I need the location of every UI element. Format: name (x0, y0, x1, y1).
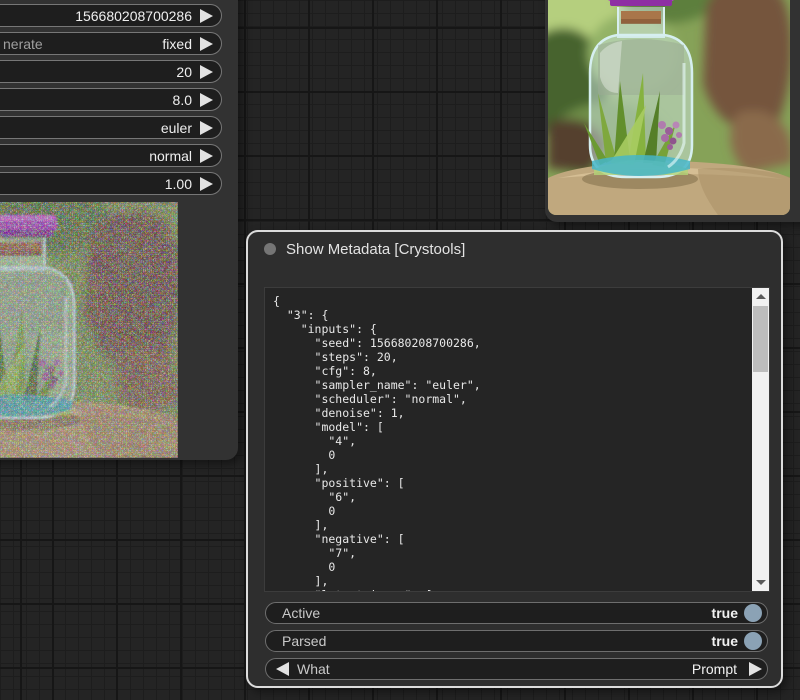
toggle-value: true (711, 633, 738, 649)
toggle-label: Parsed (282, 633, 327, 649)
widget-value: normal (149, 147, 192, 164)
generated-image[interactable] (548, 0, 790, 215)
arrow-right-icon[interactable] (200, 92, 213, 107)
widget-value: fixed (162, 35, 192, 52)
arrow-right-icon[interactable] (200, 64, 213, 79)
widget-seed[interactable]: 156680208700286 (0, 4, 222, 27)
scrollbar-thumb[interactable] (753, 306, 768, 372)
node-title: Show Metadata [Crystools] (286, 240, 466, 258)
toggle-on-icon[interactable] (744, 604, 762, 622)
metadata-json-textarea[interactable]: { "3": { "inputs": { "seed": 15668020870… (264, 287, 770, 592)
combo-what[interactable]: What Prompt (265, 658, 768, 680)
widget-value: 156680208700286 (75, 7, 192, 24)
widget-value: 20 (176, 63, 192, 80)
toggle-parsed[interactable]: Parsed true (265, 630, 768, 652)
arrow-right-icon[interactable] (200, 36, 213, 51)
show-metadata-node[interactable]: Show Metadata [Crystools] { "3": { "inpu… (246, 230, 783, 688)
collapse-dot-icon[interactable] (264, 243, 276, 255)
widget-denoise[interactable]: 1.00 (0, 172, 222, 195)
toggle-active[interactable]: Active true (265, 602, 768, 624)
arrow-right-icon[interactable] (749, 662, 762, 676)
widget-scheduler[interactable]: normal (0, 144, 222, 167)
scroll-up-icon[interactable] (752, 288, 769, 305)
widget-value: 8.0 (172, 91, 192, 108)
toggle-on-icon[interactable] (744, 632, 762, 650)
arrow-right-icon[interactable] (200, 8, 213, 23)
widget-label: nerate (3, 35, 43, 52)
metadata-json-content: { "3": { "inputs": { "seed": 15668020870… (273, 294, 481, 591)
combo-value: Prompt (691, 661, 737, 677)
scrollbar[interactable] (752, 288, 769, 591)
arrow-right-icon[interactable] (200, 176, 213, 191)
arrow-right-icon[interactable] (200, 148, 213, 163)
scroll-down-icon[interactable] (752, 574, 769, 591)
toggle-label: Active (282, 605, 321, 621)
node-title-bar[interactable]: Show Metadata [Crystools] (248, 232, 781, 266)
widget-sampler-name[interactable]: euler (0, 116, 222, 139)
widget-value: 1.00 (164, 175, 192, 192)
widget-control-after-generate[interactable]: nerate fixed (0, 32, 222, 55)
ksampler-node[interactable]: 156680208700286 nerate fixed 20 8.0 eule… (0, 0, 238, 460)
latent-preview-image[interactable] (0, 202, 178, 458)
node-canvas[interactable]: 156680208700286 nerate fixed 20 8.0 eule… (0, 0, 800, 700)
arrow-left-icon[interactable] (276, 662, 289, 676)
widget-value: euler (160, 119, 192, 136)
image-node[interactable] (545, 0, 800, 222)
widget-steps[interactable]: 20 (0, 60, 222, 83)
widget-cfg[interactable]: 8.0 (0, 88, 222, 111)
toggle-value: true (711, 605, 738, 621)
combo-label: What (297, 661, 330, 677)
arrow-right-icon[interactable] (200, 120, 213, 135)
